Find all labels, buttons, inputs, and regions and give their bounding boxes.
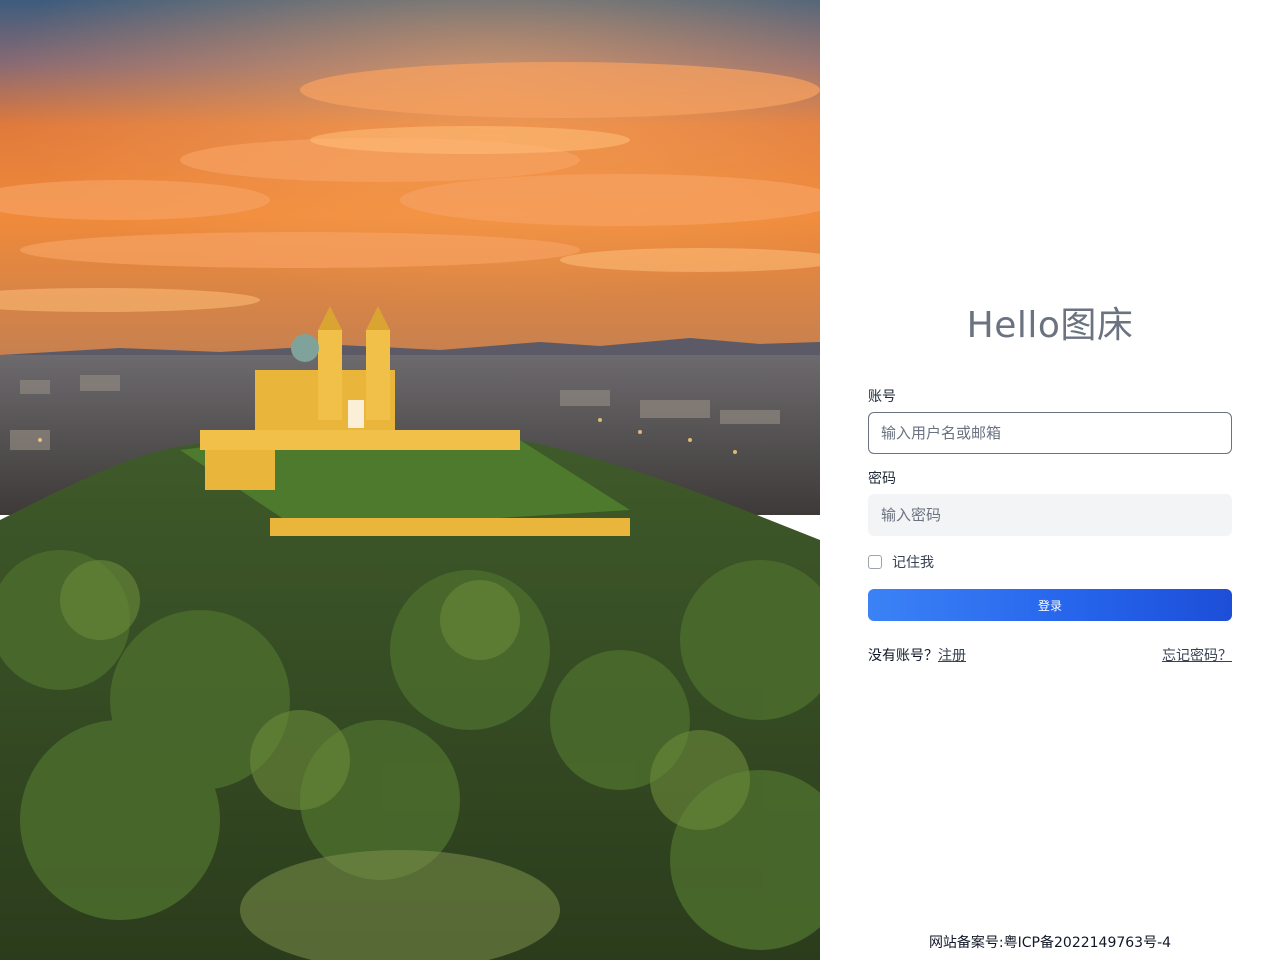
page-title: Hello图床 <box>966 305 1134 346</box>
login-page: Hello图床 账号 密码 记住我 登录 没有账号？注册 忘记密码？ 网站备案号… <box>0 0 1280 960</box>
login-panel: Hello图床 账号 密码 记住我 登录 没有账号？注册 忘记密码？ 网站备案号… <box>820 0 1280 960</box>
password-label: 密码 <box>868 471 896 487</box>
church-landscape-image <box>0 0 820 960</box>
no-account-text: 没有账号？ <box>868 648 938 664</box>
login-button[interactable]: 登录 <box>868 589 1232 621</box>
register-link[interactable]: 注册 <box>938 648 966 664</box>
account-label: 账号 <box>868 389 896 405</box>
forgot-password-link[interactable]: 忘记密码？ <box>1162 645 1232 665</box>
icp-footer[interactable]: 网站备案号:粤ICP备2022149763号-4 <box>820 934 1280 952</box>
remember-me-row[interactable]: 记住我 <box>868 552 934 572</box>
remember-me-label: 记住我 <box>892 555 934 571</box>
account-links-row: 没有账号？注册 忘记密码？ <box>868 645 1232 665</box>
remember-me-checkbox[interactable] <box>868 555 882 569</box>
no-account-prompt: 没有账号？注册 <box>868 645 966 665</box>
account-input[interactable] <box>868 412 1232 454</box>
hero-photo <box>0 0 820 960</box>
password-input[interactable] <box>868 494 1232 536</box>
